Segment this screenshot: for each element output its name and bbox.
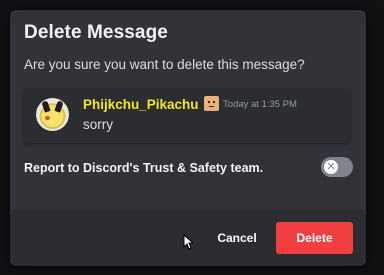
message-content: sorry: [83, 117, 113, 132]
delete-button[interactable]: Delete: [276, 222, 353, 254]
message-preview: Phijkchu_Pikachu Today at 1:35 PM sorry: [24, 89, 350, 143]
dialog-title: Delete Message: [24, 22, 168, 43]
cancel-button[interactable]: Cancel: [210, 227, 264, 249]
message-timestamp: Today at 1:35 PM: [223, 99, 297, 110]
mouse-cursor-icon: [183, 234, 193, 250]
delete-message-dialog: Delete Message Are you sure you want to …: [10, 10, 366, 266]
pikachu-avatar: [36, 98, 69, 131]
close-icon: ✕: [324, 160, 338, 174]
report-label: Report to Discord's Trust & Safety team.: [24, 161, 264, 175]
message-author: Phijkchu_Pikachu: [83, 97, 199, 112]
report-toggle[interactable]: ✕: [321, 157, 353, 177]
dialog-prompt: Are you sure you want to delete this mes…: [24, 57, 305, 72]
face-badge-icon: [204, 96, 219, 111]
